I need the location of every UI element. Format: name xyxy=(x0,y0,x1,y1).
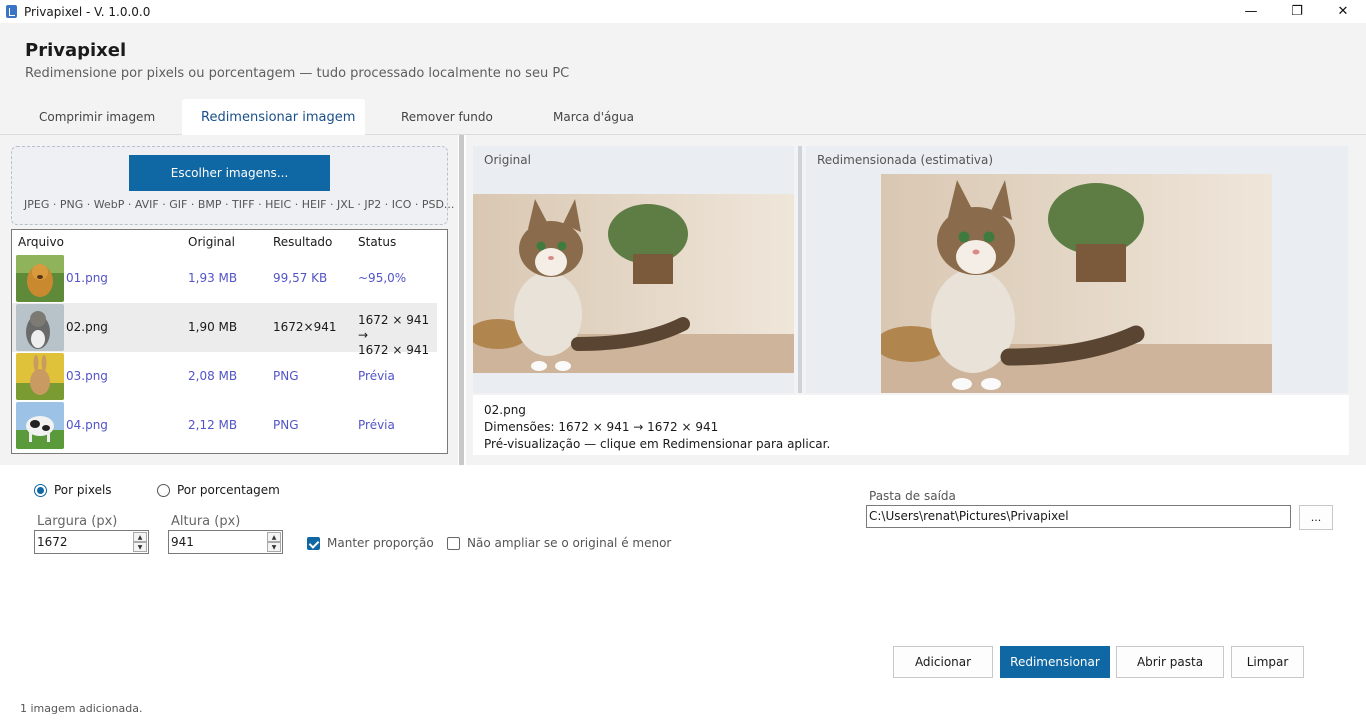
clear-button[interactable]: Limpar xyxy=(1231,646,1304,678)
resize-button[interactable]: Redimensionar xyxy=(1000,646,1110,678)
thumbnail-cow xyxy=(16,402,64,449)
resized-preview: Redimensionada (estimativa) xyxy=(806,146,1348,393)
file-list-header: Arquivo Original Resultado Status xyxy=(12,230,447,254)
minimize-icon[interactable]: — xyxy=(1228,0,1274,23)
app-header: Privapixel Redimensione por pixels ou po… xyxy=(0,23,1366,135)
no-upscale-label: Não ampliar se o original é menor xyxy=(467,536,672,550)
original-preview: Original xyxy=(473,146,794,393)
original-image xyxy=(473,194,794,373)
app-title: Privapixel xyxy=(25,40,127,61)
no-upscale-checkbox[interactable]: Não ampliar se o original é menor xyxy=(447,536,671,550)
keep-ratio-label: Manter proporção xyxy=(327,536,434,550)
options-area: Por pixels Por porcentagem Largura (px) … xyxy=(0,465,1366,720)
file-status-line1: 1672 × 941 → xyxy=(358,313,430,342)
radio-selected-icon[interactable] xyxy=(34,483,47,497)
window-title: Privapixel - V. 1.0.0.0 xyxy=(24,4,151,19)
original-preview-label: Original xyxy=(484,153,531,167)
table-row[interactable]: 04.png 2,12 MB PNG Prévia xyxy=(12,401,447,450)
radio-by-pixels-label: Por pixels xyxy=(54,483,112,497)
preview-dimensions: Dimensões: 1672 × 941 → 1672 × 941 xyxy=(484,420,719,434)
increment-icon[interactable]: ▲ xyxy=(267,532,281,542)
width-stepper[interactable]: 1672 ▲ ▼ xyxy=(34,530,149,554)
choose-images-button[interactable]: Escolher imagens... xyxy=(129,155,330,191)
file-name: 04.png xyxy=(66,418,108,432)
panel-splitter[interactable] xyxy=(459,135,464,465)
supported-formats: JPEG · PNG · WebP · AVIF · GIF · BMP · T… xyxy=(24,198,455,211)
column-original[interactable]: Original xyxy=(188,235,235,249)
browse-button[interactable]: ... xyxy=(1299,505,1333,530)
add-button[interactable]: Adicionar xyxy=(893,646,993,678)
file-result: 1672×941 xyxy=(273,320,337,334)
preview-hint: Pré-visualização — clique em Redimension… xyxy=(484,437,831,451)
table-row[interactable]: 03.png 2,08 MB PNG Prévia xyxy=(12,352,447,401)
file-status: Prévia xyxy=(358,418,395,432)
column-status[interactable]: Status xyxy=(358,235,396,249)
width-label: Largura (px) xyxy=(37,514,118,529)
table-row[interactable]: 02.png 1,90 MB 1672×941 1672 × 941 → 1672… xyxy=(12,303,437,357)
file-list[interactable]: Arquivo Original Resultado Status 01.png… xyxy=(11,229,448,454)
column-file[interactable]: Arquivo xyxy=(18,235,64,249)
file-original-size: 2,08 MB xyxy=(188,369,238,383)
file-original-size: 1,93 MB xyxy=(188,271,238,285)
file-original-size: 2,12 MB xyxy=(188,418,238,432)
open-folder-button[interactable]: Abrir pasta xyxy=(1116,646,1224,678)
file-status: Prévia xyxy=(358,369,395,383)
file-name: 02.png xyxy=(66,320,108,334)
file-original-size: 1,90 MB xyxy=(188,320,238,334)
app-subtitle: Redimensione por pixels ou porcentagem —… xyxy=(25,66,570,81)
radio-by-pixels[interactable]: Por pixels xyxy=(34,483,112,497)
height-label: Altura (px) xyxy=(171,514,241,529)
output-folder-input[interactable]: C:\Users\renat\Pictures\Privapixel xyxy=(866,505,1291,528)
column-result[interactable]: Resultado xyxy=(273,235,332,249)
title-bar: Privapixel - V. 1.0.0.0 — ❐ ✕ xyxy=(0,0,1366,23)
tab-compress[interactable]: Comprimir imagem xyxy=(0,99,182,135)
output-folder-label: Pasta de saída xyxy=(869,489,956,503)
width-value[interactable]: 1672 xyxy=(37,535,68,549)
file-result: 99,57 KB xyxy=(273,271,328,285)
tab-bar: Comprimir imagem Redimensionar imagem Re… xyxy=(0,99,1366,135)
tab-resize[interactable]: Redimensionar imagem xyxy=(182,99,365,135)
table-row[interactable]: 01.png 1,93 MB 99,57 KB ~95,0% xyxy=(12,254,447,303)
keep-ratio-checkbox[interactable]: Manter proporção xyxy=(307,536,434,550)
status-text: 1 imagem adicionada. xyxy=(20,702,143,715)
radio-by-percent[interactable]: Por porcentagem xyxy=(157,483,280,497)
checkbox-checked-icon[interactable] xyxy=(307,536,320,550)
radio-unselected-icon[interactable] xyxy=(157,483,170,497)
file-result: PNG xyxy=(273,369,299,383)
preview-divider xyxy=(798,146,802,393)
decrement-icon[interactable]: ▼ xyxy=(267,542,281,552)
height-value[interactable]: 941 xyxy=(171,535,194,549)
drop-zone[interactable]: Escolher imagens... JPEG · PNG · WebP · … xyxy=(11,146,454,225)
resized-preview-label: Redimensionada (estimativa) xyxy=(817,153,994,167)
height-stepper[interactable]: 941 ▲ ▼ xyxy=(168,530,283,554)
left-panel: Escolher imagens... JPEG · PNG · WebP · … xyxy=(0,135,458,465)
preview-filename: 02.png xyxy=(484,403,526,417)
width-stepper-arrows[interactable]: ▲ ▼ xyxy=(133,532,147,552)
tab-remove-background[interactable]: Remover fundo xyxy=(365,99,553,135)
file-result: PNG xyxy=(273,418,299,432)
decrement-icon[interactable]: ▼ xyxy=(133,542,147,552)
thumbnail-dog xyxy=(16,255,64,302)
radio-by-percent-label: Por porcentagem xyxy=(177,483,280,497)
height-stepper-arrows[interactable]: ▲ ▼ xyxy=(267,532,281,552)
resized-image xyxy=(881,174,1272,393)
thumbnail-cat xyxy=(16,304,64,351)
file-status: ~95,0% xyxy=(358,271,407,285)
tab-watermark[interactable]: Marca d'água xyxy=(553,99,703,135)
preview-panel: Original Redimensionada (estimativa) 02.… xyxy=(466,135,1366,465)
maximize-icon[interactable]: ❐ xyxy=(1274,0,1320,23)
preview-info: 02.png Dimensões: 1672 × 941 → 1672 × 94… xyxy=(473,395,1349,455)
file-name: 01.png xyxy=(66,271,108,285)
app-icon xyxy=(6,5,17,18)
thumbnail-rabbit xyxy=(16,353,64,400)
close-icon[interactable]: ✕ xyxy=(1320,0,1366,23)
increment-icon[interactable]: ▲ xyxy=(133,532,147,542)
window-controls: — ❐ ✕ xyxy=(1228,0,1366,23)
file-name: 03.png xyxy=(66,369,108,383)
checkbox-unchecked-icon[interactable] xyxy=(447,536,460,550)
